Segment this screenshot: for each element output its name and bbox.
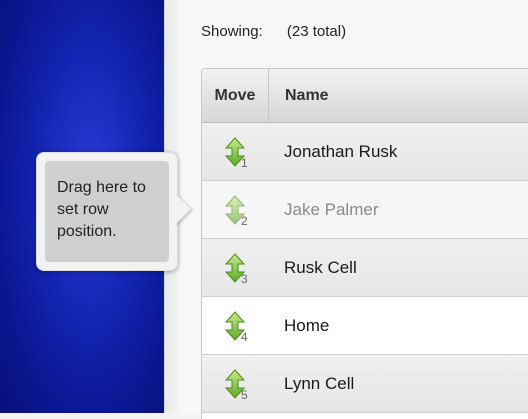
move-handle[interactable]: 3 xyxy=(202,239,268,296)
row-position: 2 xyxy=(241,214,248,228)
drag-hint-tooltip: Drag here to set row position. xyxy=(36,152,178,271)
tooltip-body: Drag here to set row position. xyxy=(45,161,169,262)
table-row[interactable]: 5 Lynn Cell xyxy=(202,355,528,413)
column-header-name[interactable]: Name xyxy=(269,87,329,105)
table-row[interactable]: 3 Rusk Cell xyxy=(202,239,528,297)
row-position: 4 xyxy=(241,330,248,344)
row-name: Home xyxy=(284,315,330,335)
row-name: Rusk Cell xyxy=(284,257,357,277)
showing-summary: Showing: (23 total) xyxy=(201,23,346,40)
row-name: Lynn Cell xyxy=(284,373,355,393)
total-count: (23 total) xyxy=(286,23,347,40)
move-handle[interactable]: 2 xyxy=(202,181,268,238)
row-position: 1 xyxy=(241,156,248,170)
column-header-move[interactable]: Move xyxy=(202,69,269,122)
table-row[interactable]: 4 Home xyxy=(202,297,528,355)
row-position: 5 xyxy=(241,388,248,402)
table-row[interactable]: 2 Jake Palmer xyxy=(202,181,528,239)
row-name: Jake Palmer xyxy=(284,199,379,219)
table-row[interactable]: 1 Jonathan Rusk xyxy=(202,123,528,181)
sortable-table: Move Name 1 Jonathan Rusk 2 Jake Palmer xyxy=(201,68,528,419)
tooltip-text: Drag here to set row position. xyxy=(57,179,146,240)
table-header: Move Name xyxy=(202,69,528,123)
move-handle[interactable]: 4 xyxy=(202,297,268,354)
move-handle[interactable]: 5 xyxy=(202,355,268,412)
showing-label: Showing: xyxy=(201,23,263,40)
tooltip-pointer xyxy=(175,193,191,225)
row-position: 3 xyxy=(241,272,248,286)
move-handle[interactable]: 1 xyxy=(202,123,268,180)
row-name: Jonathan Rusk xyxy=(284,141,398,161)
